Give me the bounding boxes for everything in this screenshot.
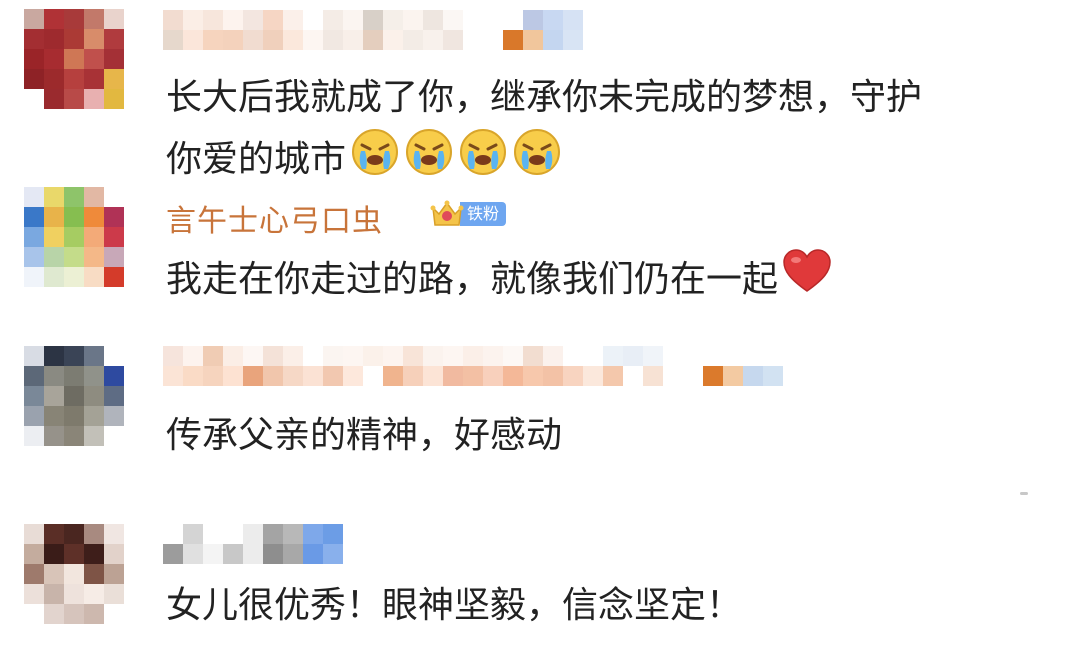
comment-text-line: 长大后我就成了你，继承你未完成的梦想，守护 [166,77,923,118]
crying-face-icon [404,127,454,195]
username-obscured[interactable] [163,524,343,564]
comment-text: 传承父亲的精神，好感动 [166,407,562,465]
fan-badge[interactable]: 铁粉 [430,198,507,230]
crying-face-icon [512,127,562,195]
crown-icon [430,198,464,230]
crying-face-icon [350,127,400,195]
badge-label: 铁粉 [460,202,507,226]
comment-text: 长大后我就成了你，继承你未完成的梦想，守护 你爱的城市 [166,69,922,195]
avatar[interactable] [24,187,124,307]
avatar[interactable] [24,524,124,634]
username-obscured[interactable] [163,10,603,50]
avatar[interactable] [24,9,124,129]
comment-text-line: 我走在你走过的路，就像我们仍在一起 [166,259,779,300]
comment-text-line: 你爱的城市 [166,127,922,195]
username[interactable]: 言午士心弓口虫 [166,196,383,240]
avatar[interactable] [24,346,124,466]
comment-text-line: 女儿很优秀！眼神坚毅，信念坚定！ [166,585,743,626]
divider-dot [1020,492,1028,495]
comment-text: 我走在你走过的路，就像我们仍在一起 [166,249,832,313]
comment-text: 女儿很优秀！眼神坚毅，信念坚定！ [166,577,742,635]
crying-face-icon [458,127,508,195]
username-obscured[interactable] [163,346,803,386]
comment-text-line: 传承父亲的精神，好感动 [166,415,563,456]
red-heart-icon [782,249,832,313]
